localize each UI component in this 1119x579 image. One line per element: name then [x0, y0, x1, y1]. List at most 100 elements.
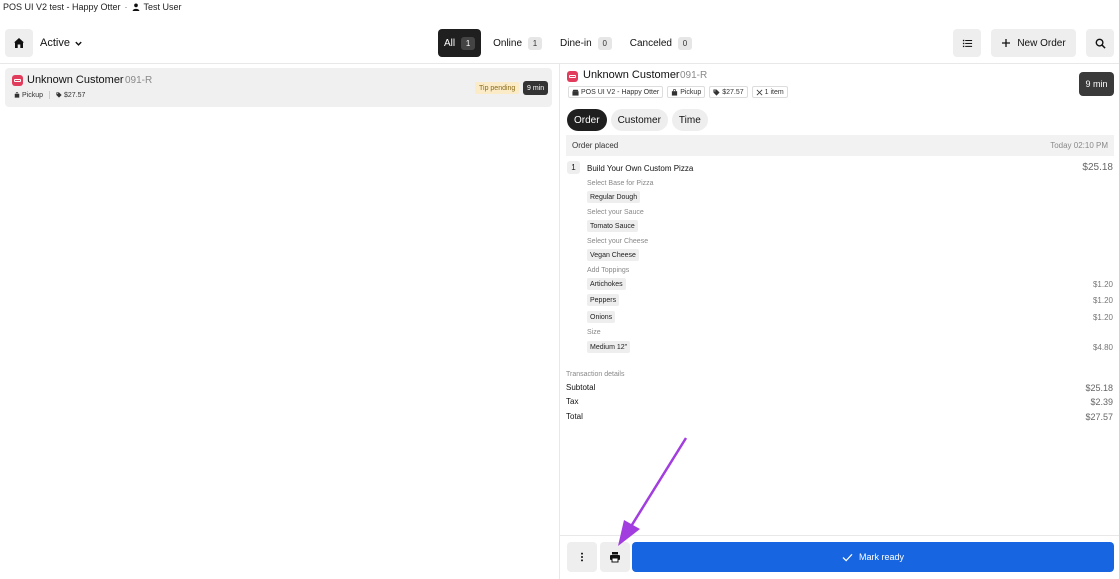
plus-icon [1002, 39, 1011, 47]
meta-separator [49, 91, 51, 99]
detail-order-id: 091-R [680, 70, 708, 81]
modifier-option: Peppers [587, 294, 620, 306]
modifier-option: Onions [587, 311, 616, 323]
modifier-option: Regular Dough [587, 191, 641, 203]
new-order-label: New Order [1017, 37, 1066, 49]
total-value: $27.57 [1085, 412, 1113, 422]
mark-ready-button[interactable]: Mark ready [632, 542, 1114, 572]
pickup-info: Pickup [14, 91, 44, 99]
actions-divider [560, 535, 1119, 536]
user-icon [132, 3, 139, 11]
bag-icon [672, 88, 678, 96]
tax-row: Tax $2.39 [566, 397, 1113, 407]
item-quantity: 1 [567, 161, 580, 174]
detail-meta: POS UI V2 - Happy Otter Pickup $27.57 1 … [568, 86, 788, 98]
mode-label: Pickup [680, 88, 702, 96]
search-button[interactable] [1086, 29, 1114, 57]
order-detail-panel: Unknown Customer 091-R POS UI V2 - Happy… [560, 64, 1119, 579]
list-view-button[interactable] [953, 29, 981, 57]
tab-dine-in[interactable]: Dine-in 0 [554, 29, 618, 57]
modifier-price: $1.20 [1092, 296, 1113, 305]
status-filter-dropdown[interactable]: Active [40, 28, 83, 58]
subtotal-value: $25.18 [1085, 383, 1113, 393]
bag-icon [14, 91, 20, 98]
new-order-button[interactable]: New Order [991, 29, 1076, 57]
order-tabs: All 1 Online 1 Dine-in 0 Canceled 0 [438, 29, 698, 57]
total-label: Total [566, 412, 583, 421]
tab-count: 0 [597, 36, 612, 50]
order-id: 091-R [125, 75, 153, 86]
more-options-button[interactable] [567, 542, 597, 572]
order-placed-row: Order placed Today 02:10 PM [566, 135, 1114, 156]
item-price: $25.18 [1082, 162, 1113, 173]
store-name: POS UI V2 test - Happy Otter [3, 2, 121, 12]
tab-label: Canceled [629, 37, 672, 49]
order-mode: Pickup [22, 91, 44, 99]
home-button[interactable] [5, 29, 33, 57]
store-label: POS UI V2 - Happy Otter [581, 88, 660, 96]
subtotal-row: Subtotal $25.18 [566, 383, 1113, 393]
order-placed-time: Today 02:10 PM [1050, 141, 1108, 150]
home-icon [14, 38, 24, 48]
tab-online[interactable]: Online 1 [487, 29, 548, 57]
modifier-price: $1.20 [1092, 313, 1113, 322]
total-row: Total $27.57 [566, 412, 1113, 422]
modifier-option: Vegan Cheese [587, 249, 639, 261]
modifier-option: Medium 12" [587, 341, 631, 353]
amount-chip: $27.57 [709, 86, 748, 98]
items-chip: 1 item [751, 86, 788, 98]
tab-count: 0 [677, 36, 692, 50]
store-icon [572, 89, 579, 96]
modifier-group-label: Select your Sauce [587, 209, 644, 216]
online-order-icon [567, 71, 578, 82]
elapsed-time-badge: 9 min [523, 81, 549, 95]
tab-time[interactable]: Time [671, 109, 708, 131]
items-label: 1 item [764, 88, 784, 96]
mark-ready-label: Mark ready [858, 552, 904, 562]
tag-icon [713, 88, 720, 96]
tab-order[interactable]: Order [567, 109, 607, 131]
store-chip: POS UI V2 - Happy Otter [568, 86, 664, 98]
check-icon [842, 553, 853, 562]
item-name: Build Your Own Custom Pizza [587, 164, 694, 173]
tab-count: 1 [461, 36, 476, 50]
chevron-down-icon [75, 41, 82, 46]
tab-label: Dine-in [560, 37, 592, 49]
modifier-option: Artichokes [587, 278, 626, 290]
printer-icon [610, 552, 620, 563]
tag-icon [56, 91, 62, 98]
detail-customer-name: Unknown Customer [583, 69, 680, 81]
order-placed-label: Order placed [572, 141, 619, 150]
separator: · [124, 2, 128, 12]
tab-canceled[interactable]: Canceled 0 [624, 29, 698, 57]
modifier-price: $1.20 [1092, 280, 1113, 289]
header: Active All 1 Online 1 Dine-in 0 Canceled… [0, 28, 1119, 58]
tab-customer[interactable]: Customer [610, 109, 668, 131]
tab-count: 1 [528, 36, 543, 50]
kebab-menu-icon [581, 552, 583, 562]
modifier-group-label: Add Toppings [587, 267, 630, 274]
mode-chip: Pickup [667, 86, 706, 98]
transaction-details-label: Transaction details [566, 371, 625, 378]
tip-status-badge: Tip pending [475, 82, 520, 94]
order-card[interactable]: Unknown Customer 091-R Pickup $27.57 Tip… [5, 68, 552, 107]
tax-value: $2.39 [1090, 397, 1113, 407]
amount-label: $27.57 [722, 88, 744, 96]
modifier-price: $4.80 [1092, 343, 1113, 352]
tab-label: All [444, 37, 456, 49]
user-name: Test User [143, 2, 182, 12]
order-amount: $27.57 [64, 91, 86, 99]
detail-tabs: Order Customer Time [567, 109, 708, 131]
customer-name: Unknown Customer [27, 74, 124, 86]
modifier-option: Tomato Sauce [587, 220, 638, 232]
print-button[interactable] [600, 542, 630, 572]
online-order-icon [12, 75, 23, 86]
tab-all[interactable]: All 1 [438, 29, 482, 57]
status-filter-label: Active [40, 37, 70, 49]
list-icon [962, 39, 972, 47]
tab-label: Online [493, 37, 523, 49]
amount-info: $27.57 [56, 92, 85, 99]
utensils-icon [756, 89, 763, 95]
order-meta: Pickup $27.57 [14, 91, 85, 99]
modifier-group-label: Select Base for Pizza [587, 180, 654, 187]
